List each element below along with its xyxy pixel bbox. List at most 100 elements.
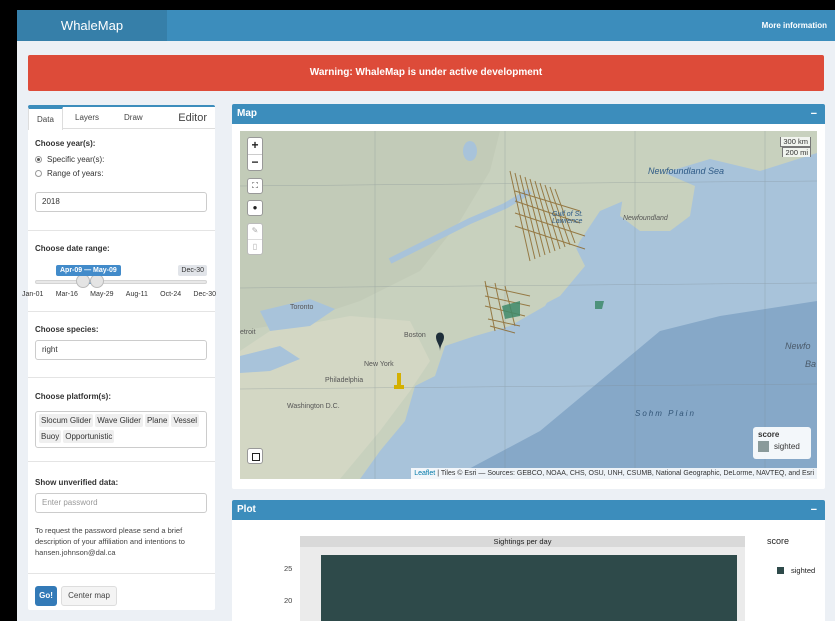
password-help-text: To request the password please send a br… (35, 526, 185, 557)
map-legend: score sighted (753, 427, 811, 459)
date-tick: May-29 (90, 291, 114, 298)
y-tick-label: 20 (284, 596, 293, 605)
y-tick-label: 25 (284, 564, 293, 573)
password-input[interactable]: Enter password (35, 493, 207, 513)
map-label-sohm-plain: Sohm Plain (635, 409, 696, 418)
date-tick: Oct-24 (160, 291, 182, 298)
fullscreen-icon[interactable]: ⛶ (247, 178, 263, 194)
leaflet-link[interactable]: Leaflet (414, 470, 435, 477)
map-label-philadelphia: Philadelphia (325, 377, 364, 384)
plot-legend-swatch (777, 567, 784, 574)
map-box-header: Map − (232, 104, 825, 124)
map-legend-title: score (758, 430, 780, 439)
platform-tag[interactable]: Wave Glider (95, 414, 143, 427)
section-divider (28, 377, 215, 378)
plot-box-header: Plot − (232, 500, 825, 520)
go-button[interactable]: Go! (35, 586, 57, 606)
unverified-label: Show unverified data: (35, 478, 119, 487)
plot-legend-title: score (767, 536, 790, 546)
map-canvas[interactable]: Newfoundland Sea Gulf of St. Lawrence Ne… (240, 131, 817, 479)
map-label-detroit: etroit (240, 329, 256, 336)
controls-panel: Data Layers Draw Editor Choose year(s): … (22, 105, 216, 610)
edit-layers-icon[interactable]: ✎ (248, 224, 262, 239)
map-legend-label: sighted (774, 442, 800, 451)
plot-box-title: Plot (237, 504, 256, 515)
zoom-control: + − (247, 137, 263, 171)
tab-bar: Data Layers Draw Editor (28, 107, 215, 130)
date-range-slider-track[interactable] (35, 280, 207, 284)
platform-label: Choose platform(s): (35, 392, 111, 401)
map-attribution: Leaflet | Tiles © Esri — Sources: GEBCO,… (411, 468, 817, 479)
date-range-slider-end-handle[interactable] (90, 274, 104, 288)
map-label-ba: Ba (805, 359, 817, 369)
section-divider (28, 230, 215, 231)
year-input[interactable]: 2018 (35, 192, 207, 212)
map-box: Map − Newfoundland Sea Gulf of St. Lawre… (232, 104, 825, 489)
plot-legend-label: sighted (791, 566, 816, 575)
radio-checked-icon (35, 156, 42, 163)
scale-bar-km: 300 km (780, 137, 811, 147)
tab-layers[interactable]: Layers (75, 107, 99, 129)
species-label: Choose species: (35, 325, 99, 334)
scale-bar-mi: 200 mi (782, 147, 811, 157)
top-navbar: WhaleMap More information (17, 10, 835, 41)
map-label-gulf: Gulf of St. Lawrence (552, 211, 584, 225)
layers-toggle-icon[interactable] (247, 448, 263, 464)
date-range-tick-labels: Jan-01 Mar-16 May-29 Aug-11 Oct-24 Dec-3… (22, 291, 216, 298)
draw-toolbar: ✎ ▯ (247, 223, 263, 255)
plot-title: Sightings per day (300, 536, 745, 547)
legend-swatch (758, 441, 769, 452)
radio-range-years[interactable]: Range of years: (35, 169, 103, 178)
map-label-toronto: Toronto (290, 304, 314, 311)
tab-draw[interactable]: Draw (124, 107, 143, 129)
map-label-newfo: Newfo (785, 341, 811, 351)
more-information-link[interactable]: More information (762, 10, 827, 41)
date-tick: Jan-01 (22, 291, 44, 298)
map-collapse-icon[interactable]: − (811, 104, 817, 124)
platform-tag[interactable]: Plane (144, 414, 170, 427)
date-tick: Aug-11 (125, 291, 148, 298)
date-range-label: Choose date range: (35, 244, 110, 253)
center-map-button[interactable]: Center map (61, 586, 117, 606)
plot-collapse-icon[interactable]: − (811, 500, 817, 520)
date-range-max-label: Dec-30 (178, 265, 207, 276)
radio-range-years-label: Range of years: (47, 169, 104, 178)
radio-specific-years[interactable]: Specific year(s): (35, 155, 104, 164)
editor-title: Editor (178, 112, 207, 124)
platform-tag[interactable]: Opportunistic (63, 430, 115, 443)
development-warning-banner: Warning: WhaleMap is under active develo… (28, 55, 824, 91)
delete-layers-icon[interactable]: ▯ (248, 239, 262, 254)
map-label-newfoundland: Newfoundland (623, 215, 668, 222)
species-select[interactable]: right (35, 340, 207, 360)
map-legend-item: sighted (758, 441, 806, 452)
map-label-new-york: New York (364, 361, 394, 368)
date-tick: Mar-16 (55, 291, 78, 298)
radio-unchecked-icon (35, 170, 42, 177)
map-label-newfoundland-sea: Newfoundland Sea (648, 166, 725, 176)
date-range-slider-start-handle[interactable] (76, 274, 90, 288)
radio-specific-years-label: Specific year(s): (47, 155, 105, 164)
year-label: Choose year(s): (35, 139, 96, 148)
platform-select[interactable]: Slocum Glider Wave Glider Plane Vessel B… (35, 411, 207, 448)
plot-bar (321, 555, 737, 621)
date-tick: Dec-30 (193, 291, 216, 298)
app-window: WhaleMap More information Warning: Whale… (17, 10, 835, 621)
section-divider (28, 573, 215, 574)
zoom-in-button[interactable]: + (248, 138, 262, 154)
section-divider (28, 461, 215, 462)
app-logo[interactable]: WhaleMap (17, 10, 167, 41)
platform-tag[interactable]: Slocum Glider (39, 414, 94, 427)
basemap-graphic (240, 131, 817, 479)
tab-data[interactable]: Data (28, 107, 63, 130)
platform-tag[interactable]: Vessel (171, 414, 200, 427)
zoom-out-button[interactable]: − (248, 154, 262, 170)
map-box-title: Map (237, 108, 257, 119)
platform-tag[interactable]: Buoy (39, 430, 62, 443)
locate-icon[interactable]: ● (247, 200, 263, 216)
date-range-selected-label: Apr-09 — May-09 (56, 265, 121, 276)
plot-legend-item: sighted (777, 566, 815, 575)
attribution-text: | Tiles © Esri — Sources: GEBCO, NOAA, C… (435, 470, 814, 477)
map-label-boston: Boston (404, 332, 426, 339)
plot-box: Plot − Sightings per day 25 20 score sig… (232, 500, 825, 621)
section-divider (28, 311, 215, 312)
